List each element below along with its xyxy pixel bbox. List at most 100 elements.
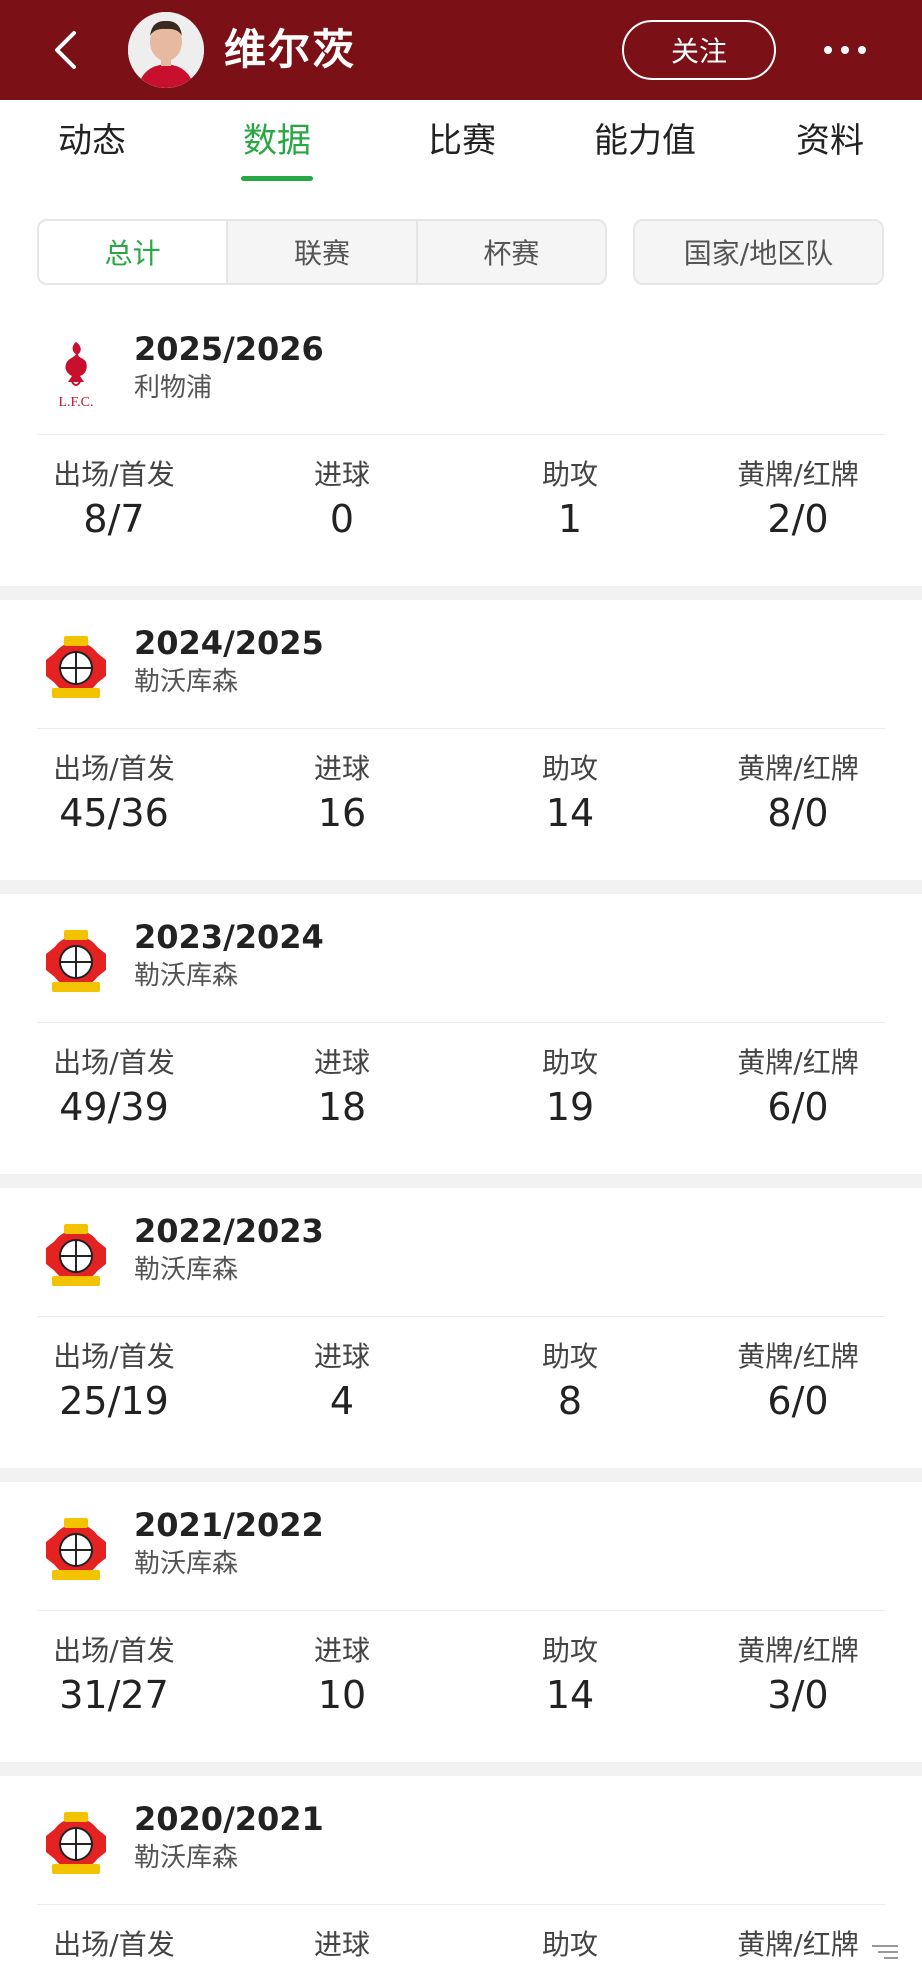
stat-assists: 助攻 14 [470, 1632, 670, 1720]
tab-matches[interactable]: 比赛 [422, 118, 502, 178]
stat-label: 助攻 [541, 752, 598, 785]
stat-label: 黄牌/红牌 [737, 1928, 859, 1961]
stat-cards: 黄牌/红牌 6/0 [698, 1044, 898, 1132]
stat-apps: 出场/首发 8/7 [14, 456, 214, 544]
stat-label: 进球 [313, 1046, 370, 1079]
tab-dynamics[interactable]: 动态 [52, 118, 132, 178]
stat-value: 6/0 [767, 1085, 829, 1129]
stat-assists: 助攻 [470, 1926, 670, 1964]
season-year: 2020/2021 [134, 1800, 324, 1838]
tab-profile[interactable]: 资料 [790, 118, 870, 178]
filter-national-team[interactable]: 国家/地区队 [633, 219, 884, 285]
leverkusen-logo-icon [38, 1512, 114, 1588]
filter-league[interactable]: 联赛 [228, 221, 418, 283]
stat-label: 出场/首发 [53, 1340, 175, 1373]
stat-value: 6/0 [767, 1379, 829, 1423]
stat-goals: 进球 16 [242, 750, 442, 838]
more-button[interactable] [810, 30, 880, 70]
stat-value: 1 [557, 497, 583, 541]
divider [37, 728, 885, 729]
tab-data[interactable]: 数据 [237, 118, 317, 178]
club-name: 勒沃库森 [134, 667, 239, 697]
stat-goals: 进球 0 [242, 456, 442, 544]
stat-label: 出场/首发 [53, 458, 175, 491]
stat-label: 进球 [313, 752, 370, 785]
stat-value: 14 [545, 1673, 595, 1717]
svg-text:L.F.C.: L.F.C. [58, 395, 93, 410]
avatar[interactable] [128, 12, 204, 88]
season-card[interactable]: 2022/2023 勒沃库森 出场/首发 25/19 进球 4 助攻 8 黄牌/红牌 6/0 [0, 1188, 922, 1470]
leverkusen-logo-icon [38, 630, 114, 706]
stat-cards: 黄牌/红牌 8/0 [698, 750, 898, 838]
season-card[interactable]: 2023/2024 勒沃库森出场/首发 49/39 进球 18 助攻 19 黄牌/红牌 6/0 [0, 894, 922, 1176]
stat-label: 出场/首发 [53, 1928, 175, 1961]
more-dot-icon [858, 46, 866, 54]
stat-label: 进球 [313, 458, 370, 491]
stat-label: 黄牌/红牌 [737, 1634, 859, 1667]
stat-value: 14 [545, 791, 595, 835]
club-name: 勒沃库森 [134, 961, 239, 991]
follow-button[interactable]: 关注 [622, 20, 776, 80]
leverkusen-logo-icon [38, 1218, 114, 1294]
stat-value: 3/0 [767, 1673, 829, 1717]
season-card[interactable]: 2021/2022 勒沃库森 出场/首发 31/27 进球 10 助攻 14 黄牌/红牌 3/0 [0, 1482, 922, 1764]
stat-apps: 出场/首发 49/39 [14, 1044, 214, 1132]
stat-cards: 黄牌/红牌 [698, 1926, 898, 1964]
player-photo-icon [128, 12, 204, 88]
stat-assists: 助攻 1 [470, 456, 670, 544]
player-name: 维尔茨 [224, 25, 357, 74]
divider [37, 1904, 885, 1905]
stat-assists: 助攻 14 [470, 750, 670, 838]
stat-value: 19 [545, 1085, 595, 1129]
stat-label: 黄牌/红牌 [737, 752, 859, 785]
stat-label: 助攻 [541, 1340, 598, 1373]
season-year: 2024/2025 [134, 624, 324, 662]
stat-apps: 出场/首发 45/36 [14, 750, 214, 838]
stat-value: 8/7 [83, 497, 145, 541]
app-header: 维尔茨 关注 [0, 0, 922, 100]
season-separator [0, 586, 922, 600]
tab-ability[interactable]: 能力值 [590, 118, 700, 178]
season-card[interactable]: 2024/2025 勒沃库森出场/首发 45/36 进球 16 助攻 14 黄牌/红牌 8/0 [0, 600, 922, 882]
season-year: 2023/2024 [134, 918, 324, 956]
competition-filter: 总计 联赛 杯赛 [37, 219, 607, 285]
divider [37, 1022, 885, 1023]
stat-apps: 出场/首发 25/19 [14, 1338, 214, 1426]
stat-label: 助攻 [541, 1634, 598, 1667]
leverkusen-logo-icon [38, 1806, 114, 1882]
filter-total[interactable]: 总计 [39, 221, 229, 283]
stat-goals: 进球 4 [242, 1338, 442, 1426]
stat-label: 进球 [313, 1340, 370, 1373]
season-card[interactable]: L.F.C. 2025/2026 利物浦 出场/首发 8/7 进球 0 助攻 1 黄牌/红牌 2/0 [0, 306, 922, 588]
stat-assists: 助攻 19 [470, 1044, 670, 1132]
stat-value: 18 [317, 1085, 367, 1129]
stat-value: 8/0 [767, 791, 829, 835]
stat-assists: 助攻 8 [470, 1338, 670, 1426]
chevron-left-icon [55, 31, 76, 69]
stat-value: 10 [317, 1673, 367, 1717]
filter-cup[interactable]: 杯赛 [418, 221, 605, 283]
season-card[interactable]: 2020/2021 勒沃库森 出场/首发 进球 助攻 黄牌/红牌 [0, 1776, 922, 1980]
stat-value: 45/36 [59, 791, 169, 835]
stat-value: 4 [329, 1379, 355, 1423]
stat-cards: 黄牌/红牌 6/0 [698, 1338, 898, 1426]
season-separator [0, 1174, 922, 1188]
stat-goals: 进球 10 [242, 1632, 442, 1720]
divider [37, 1316, 885, 1317]
stat-label: 进球 [313, 1928, 370, 1961]
divider [37, 434, 885, 435]
stat-label: 助攻 [541, 1928, 598, 1961]
active-tab-indicator [241, 176, 313, 181]
stat-goals: 进球 [242, 1926, 442, 1964]
season-year: 2025/2026 [134, 330, 324, 368]
stat-cards: 黄牌/红牌 2/0 [698, 456, 898, 544]
stat-label: 助攻 [541, 1046, 598, 1079]
list-menu-icon [872, 1945, 898, 1959]
stat-label: 助攻 [541, 458, 598, 491]
club-name: 勒沃库森 [134, 1255, 239, 1285]
stat-label: 出场/首发 [53, 1634, 175, 1667]
season-separator [0, 1468, 922, 1482]
stat-value: 2/0 [767, 497, 829, 541]
stat-label: 出场/首发 [53, 1046, 175, 1079]
back-button[interactable] [40, 22, 90, 78]
